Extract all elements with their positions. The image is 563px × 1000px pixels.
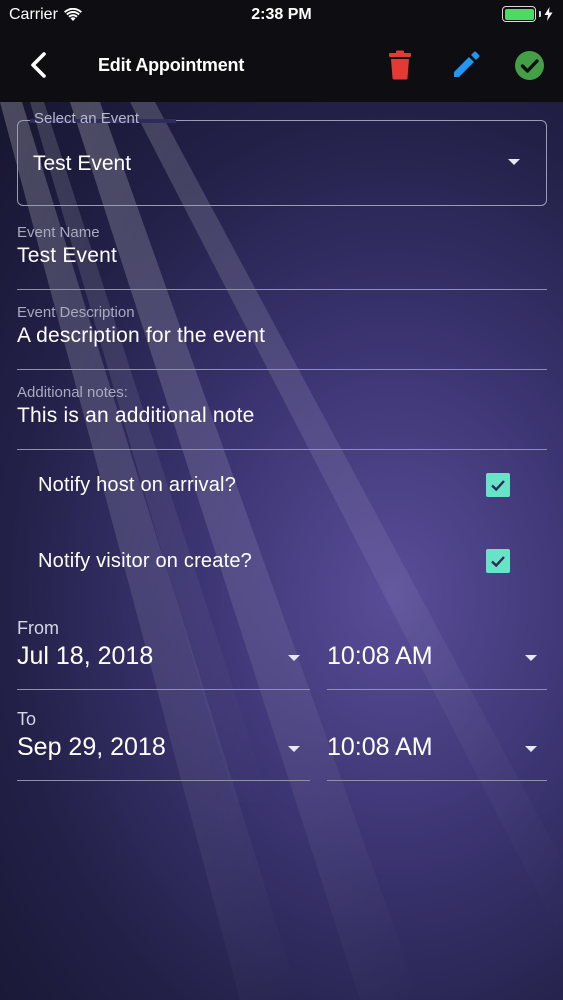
checkmark-icon xyxy=(491,556,505,568)
event-description-label: Event Description xyxy=(17,304,135,321)
trash-icon xyxy=(389,50,411,80)
additional-notes-value: This is an additional note xyxy=(17,404,255,427)
check-circle-icon xyxy=(515,51,544,80)
notify-visitor-checkbox[interactable] xyxy=(486,549,510,573)
from-date-value: Jul 18, 2018 xyxy=(17,642,154,670)
status-time: 2:38 PM xyxy=(251,6,312,23)
status-bar: Carrier 2:38 PM xyxy=(0,0,563,30)
battery-indicator xyxy=(502,6,553,22)
to-time-value: 10:08 AM xyxy=(327,733,433,761)
to-date-picker[interactable]: Sep 29, 2018 xyxy=(17,721,310,781)
dropdown-caret-icon xyxy=(525,655,537,661)
edit-button[interactable] xyxy=(451,50,481,80)
notify-host-label: Notify host on arrival? xyxy=(38,474,237,496)
event-name-label: Event Name xyxy=(17,224,100,241)
charging-bolt-icon xyxy=(544,7,553,21)
page-title: Edit Appointment xyxy=(98,55,245,75)
to-date-value: Sep 29, 2018 xyxy=(17,733,166,761)
from-date-picker[interactable]: Jul 18, 2018 xyxy=(17,630,310,690)
notify-visitor-label: Notify visitor on create? xyxy=(38,550,252,572)
event-select-label: Select an Event xyxy=(34,110,140,127)
delete-button[interactable] xyxy=(387,50,413,80)
app-bar: Edit Appointment xyxy=(0,30,563,102)
additional-notes-label: Additional notes: xyxy=(17,384,128,401)
save-button[interactable] xyxy=(514,50,545,81)
pencil-icon xyxy=(454,51,480,77)
event-select-value: Test Event xyxy=(33,152,132,175)
battery-icon xyxy=(502,6,536,22)
back-button[interactable] xyxy=(24,50,54,80)
event-name-value: Test Event xyxy=(17,244,118,267)
event-description-value: A description for the event xyxy=(17,324,266,347)
dropdown-caret-icon xyxy=(288,655,300,661)
from-time-picker[interactable]: 10:08 AM xyxy=(327,630,547,690)
to-time-picker[interactable]: 10:08 AM xyxy=(327,721,547,781)
checkmark-icon xyxy=(491,480,505,492)
event-select[interactable]: Select an Event Test Event xyxy=(17,110,547,206)
additional-notes-field[interactable]: Additional notes: This is an additional … xyxy=(17,380,547,450)
dropdown-caret-icon xyxy=(288,746,300,752)
event-name-field[interactable]: Event Name Test Event xyxy=(17,220,547,290)
chevron-left-icon xyxy=(31,52,46,78)
from-time-value: 10:08 AM xyxy=(327,642,433,670)
notify-visitor-row: Notify visitor on create? xyxy=(38,542,518,582)
notify-host-checkbox[interactable] xyxy=(486,473,510,497)
notify-host-row: Notify host on arrival? xyxy=(38,466,518,506)
event-description-field[interactable]: Event Description A description for the … xyxy=(17,300,547,370)
form-container: Select an Event Test Event Event Name Te… xyxy=(0,102,563,1000)
dropdown-caret-icon xyxy=(525,746,537,752)
dropdown-caret-icon xyxy=(508,159,520,165)
